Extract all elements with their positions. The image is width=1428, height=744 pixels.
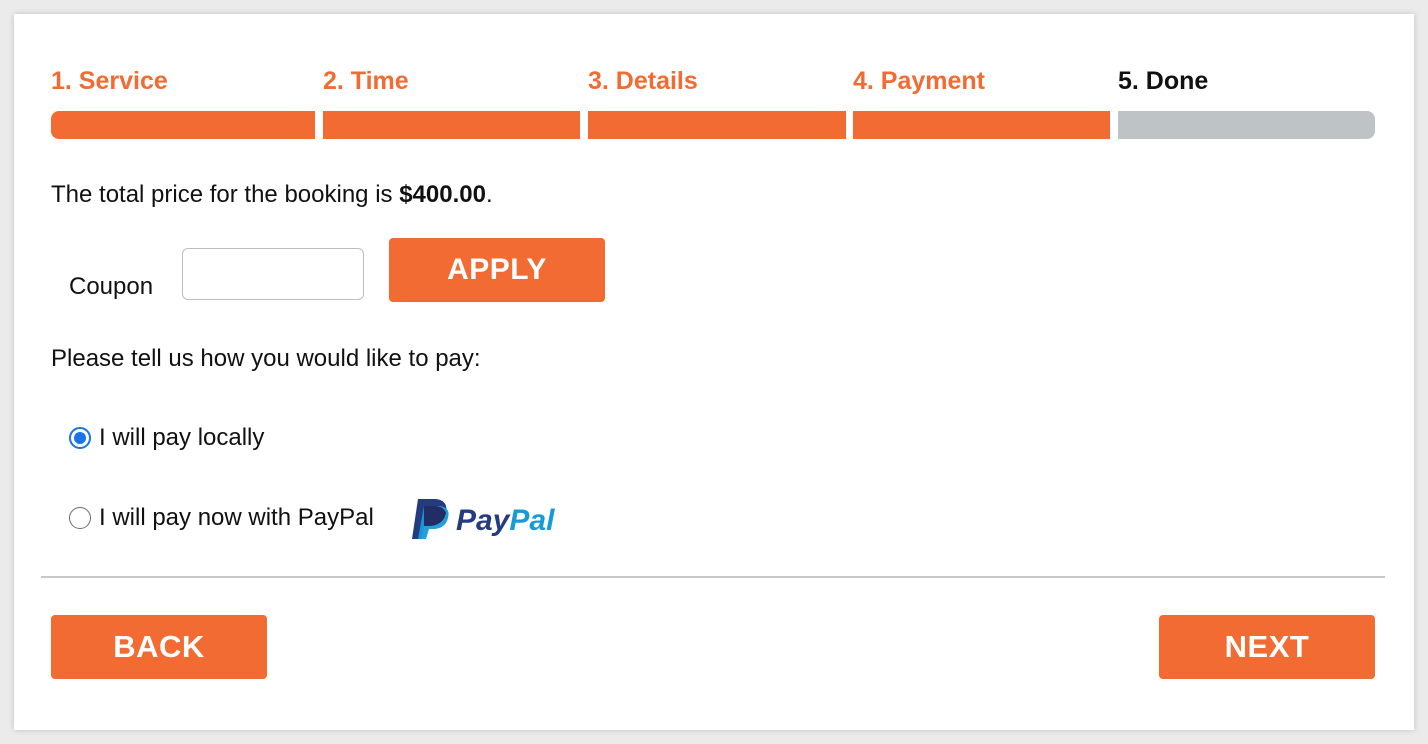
booking-card: 1. Service 2. Time 3. Details 4. Payment… xyxy=(14,14,1414,730)
step-label-payment[interactable]: 4. Payment xyxy=(853,66,985,96)
step-bar-done xyxy=(1118,111,1375,139)
price-amount: $400.00 xyxy=(399,181,486,208)
payment-prompt: Please tell us how you would like to pay… xyxy=(51,345,481,372)
step-label-done: 5. Done xyxy=(1118,67,1209,95)
paypal-wordmark-pay: Pay xyxy=(456,504,511,537)
step-label-details[interactable]: 3. Details xyxy=(588,66,698,96)
pay-paypal-radio[interactable] xyxy=(69,507,91,529)
step-bar-details xyxy=(588,111,846,139)
pay-locally-radio[interactable] xyxy=(69,427,91,449)
pay-locally-label[interactable]: I will pay locally xyxy=(99,423,264,453)
step-label-time[interactable]: 2. Time xyxy=(323,66,409,96)
pay-paypal-label[interactable]: I will pay now with PayPal xyxy=(99,503,374,533)
step-label-service[interactable]: 1. Service xyxy=(51,66,168,96)
paypal-logo-icon: PayPal xyxy=(412,499,555,539)
step-bar-service xyxy=(51,111,315,139)
divider xyxy=(41,576,1385,578)
coupon-input[interactable] xyxy=(182,248,364,300)
apply-coupon-button[interactable]: APPLY xyxy=(389,238,605,302)
paypal-wordmark-pal: Pal xyxy=(509,504,555,537)
price-prefix: The total price for the booking is xyxy=(51,181,400,208)
total-price-text: The total price for the booking is $400.… xyxy=(51,180,493,210)
paypal-wordmark: PayPal xyxy=(456,504,555,537)
coupon-label: Coupon xyxy=(69,273,154,300)
next-button[interactable]: NEXT xyxy=(1159,615,1375,679)
back-button[interactable]: BACK xyxy=(51,615,267,679)
step-bar-payment xyxy=(853,111,1110,139)
price-suffix: . xyxy=(485,181,493,208)
step-bar-time xyxy=(323,111,580,139)
